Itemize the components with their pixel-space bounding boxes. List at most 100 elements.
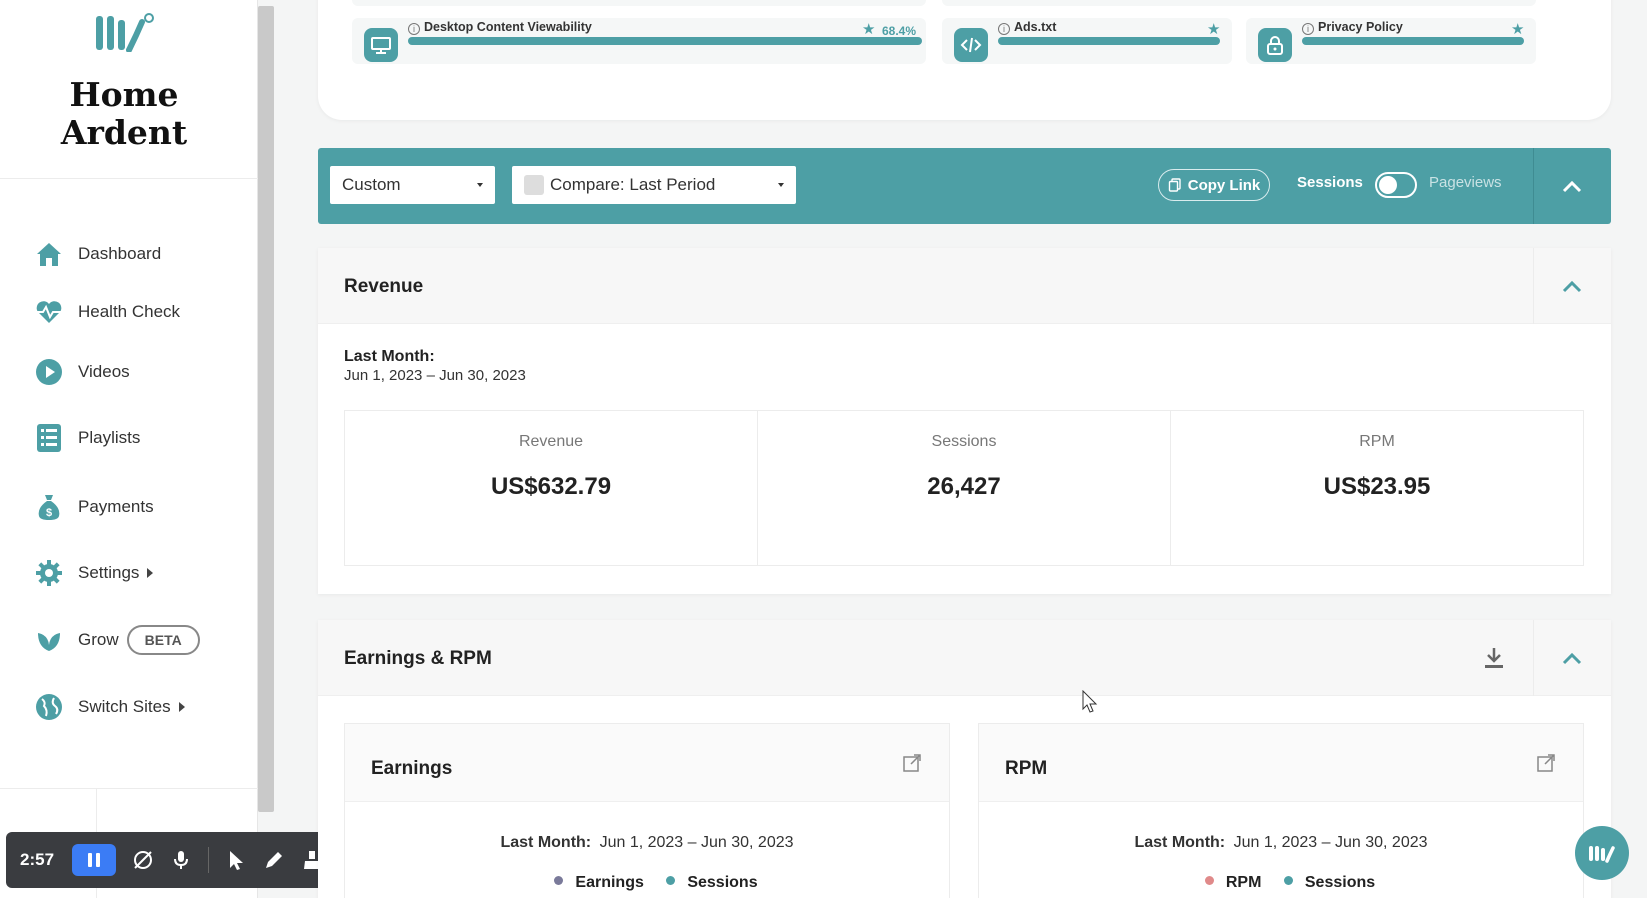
sidebar-item-switch-sites[interactable]: Switch Sites [34,687,185,727]
sidebar-item-playlists[interactable]: Playlists [34,418,140,458]
info-icon[interactable]: i [1302,23,1314,35]
sidebar-scrollbar[interactable] [258,6,274,812]
legend-sessions[interactable]: Sessions [687,874,757,891]
card-top-strip [942,0,1536,6]
sidebar-item-dashboard[interactable]: Dashboard [34,234,161,274]
metric-value: US$23.95 [1323,473,1431,500]
sidebar-item-videos[interactable]: Videos [34,352,130,392]
info-icon[interactable]: i [998,23,1010,35]
legend-dot [554,876,564,885]
pause-icon [88,853,101,867]
last-month-label: Last Month: [1134,834,1226,851]
rpm-chart-header: RPM [979,724,1583,802]
sidebar-item-grow[interactable]: Grow BETA [34,620,200,660]
sessions-pageviews-toggle[interactable] [1375,172,1417,198]
gear-icon [36,560,62,586]
download-icon[interactable] [1483,646,1505,670]
caret-right-icon [147,568,154,578]
pause-recording-button[interactable] [72,844,117,876]
compare-value: Compare: Last Period [550,175,716,194]
rpm-chart-card: RPM Last Month: Jun 1, 2023 – Jun 30, 20… [978,723,1584,898]
date-range-value: Custom [342,175,401,194]
sidebar-item-label: Dashboard [78,244,162,263]
revenue-card: Revenue Last Month: Jun 1, 2023 – Jun 30… [318,248,1611,594]
toggle-knob [1379,176,1397,194]
metric-sessions: Sessions 26,427 [758,411,1171,565]
health-check-item-viewability[interactable]: i Desktop Content Viewability ★ 68.4% [352,18,926,64]
health-check-item-ads-txt[interactable]: i Ads.txt ★ [942,18,1232,64]
mediavine-logo-icon [1589,846,1615,863]
earnings-chart-header: Earnings [345,724,949,802]
date-range-select[interactable]: Custom [330,166,495,204]
legend-dot [1283,876,1293,885]
globe-icon [36,694,62,720]
mouse-cursor-icon [1082,690,1098,713]
collapse-chevron-up-icon[interactable] [1561,651,1583,665]
pointer-icon[interactable] [225,849,247,871]
rpm-chart-legend: RPM Sessions [979,874,1583,892]
sidebar-bottom-divider [0,788,258,789]
health-check-item-privacy-policy[interactable]: i Privacy Policy ★ [1246,18,1536,64]
home-icon [37,243,61,266]
metric-label: Revenue [518,433,584,450]
code-icon [954,28,988,62]
copy-link-button[interactable]: Copy Link [1158,169,1270,201]
sidebar-item-settings[interactable]: Settings [34,553,154,593]
last-month-range: Jun 1, 2023 – Jun 30, 2023 [599,834,794,851]
monitor-icon [364,28,398,62]
health-check-progress [1302,37,1524,45]
star-icon: ★ [1207,21,1221,38]
filter-separator [1533,148,1534,224]
pen-icon[interactable] [263,849,285,871]
health-check-summary-card: i Desktop Content Viewability ★ 68.4% i Ad… [318,0,1611,120]
mediavine-logo-icon [96,13,154,52]
header-separator [1533,620,1534,696]
health-check-label: i Ads.txt [998,20,1056,35]
legend-earnings[interactable]: Earnings [575,874,643,891]
toggle-label-sessions: Sessions [1297,174,1363,191]
metric-value: US$632.79 [490,473,612,500]
leaf-icon [38,633,60,651]
compare-select[interactable]: Compare: Last Period [512,166,796,204]
health-check-percent: 68.4% [882,24,917,38]
metric-label: Sessions [931,433,997,450]
sidebar-item-label: Settings [78,563,140,582]
external-link-icon[interactable] [903,754,921,772]
sidebar-item-health-check[interactable]: Health Check [34,292,180,332]
toggle-label-pageviews: Pageviews [1429,174,1502,191]
revenue-metrics: Revenue US$632.79 Sessions 26,427 RPM US… [344,410,1584,566]
svg-text:$: $ [46,507,52,519]
earnings-last-month: Last Month: Jun 1, 2023 – Jun 30, 2023 [345,834,949,852]
sidebar-item-label: Payments [78,497,154,516]
card-top-strip [352,0,926,6]
lock-icon [1258,28,1292,62]
caret-right-icon [178,702,185,712]
revenue-card-title: Revenue [344,276,424,297]
metric-rpm: RPM US$23.95 [1171,411,1583,565]
earnings-rpm-card-header: Earnings & RPM [318,620,1611,696]
list-icon [37,424,61,452]
earnings-chart-title: Earnings [371,758,453,779]
beta-badge: BETA [126,625,200,655]
sidebar-item-label: Grow [78,630,119,649]
legend-rpm[interactable]: RPM [1226,874,1262,891]
last-month-range: Jun 1, 2023 – Jun 30, 2023 [344,367,526,384]
star-icon: ★ [1511,21,1525,38]
money-bag-icon: $ [38,495,60,520]
legend-sessions[interactable]: Sessions [1305,874,1375,891]
external-link-icon[interactable] [1537,754,1555,772]
collapse-chevron-up-icon[interactable] [1561,279,1583,293]
microphone-icon[interactable] [170,849,192,871]
info-icon[interactable]: i [408,23,420,35]
metric-value: 26,427 [927,473,1001,500]
heartbeat-icon [36,301,62,323]
collapse-chevron-up-icon[interactable] [1561,179,1583,193]
caret-down-icon [778,183,784,187]
health-check-progress [998,37,1220,45]
camera-off-icon[interactable] [132,849,154,871]
earnings-rpm-title: Earnings & RPM [344,648,492,669]
help-chat-button[interactable] [1575,826,1629,880]
sidebar: Home Ardent Dashboard Health Check Video… [0,0,258,898]
sidebar-item-payments[interactable]: $ Payments [34,487,154,527]
sidebar-item-label: Playlists [78,428,141,447]
